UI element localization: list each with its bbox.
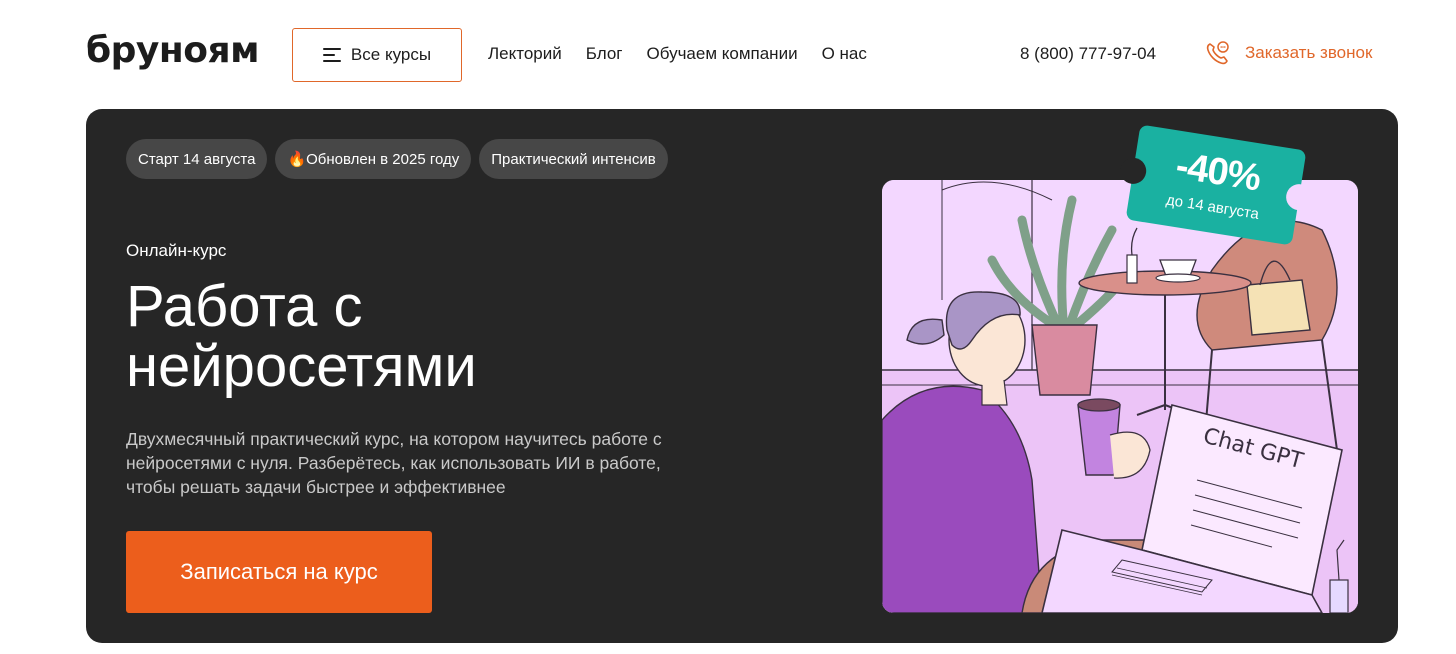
site-logo[interactable]: бруноям — [86, 30, 260, 71]
enroll-button[interactable]: Записаться на курс — [126, 531, 432, 613]
course-description: Двухмесячный практический курс, на котор… — [126, 429, 662, 497]
tag-updated: 🔥Обновлен в 2025 году — [275, 139, 472, 179]
site-header: бруноям Все курсы Лекторий Блог Обучаем … — [0, 0, 1456, 110]
phone-chat-icon — [1205, 40, 1231, 66]
menu-icon — [322, 48, 341, 62]
all-courses-button[interactable]: Все курсы — [292, 28, 462, 82]
page-title: Работа с нейросетями — [126, 277, 686, 397]
all-courses-label: Все курсы — [350, 45, 432, 64]
callback-label: Заказать звонок — [1245, 43, 1373, 62]
course-kind: Онлайн-курс — [126, 241, 227, 260]
callback-button[interactable]: Заказать звонок — [1205, 40, 1372, 66]
title-line-2: нейросетями — [126, 334, 477, 399]
nav-item-blog[interactable]: Блог — [586, 44, 623, 64]
tag-start-date: Старт 14 августа — [126, 139, 268, 179]
title-line-1: Работа с — [126, 274, 363, 339]
nav-item-lectorium[interactable]: Лекторий — [488, 44, 562, 64]
tag-intensive: Практический интенсив — [479, 139, 668, 179]
course-tags: Старт 14 августа 🔥Обновлен в 2025 году П… — [126, 139, 668, 179]
phone-number[interactable]: 8 (800) 777-97-04 — [1020, 44, 1156, 64]
hero-card: Старт 14 августа 🔥Обновлен в 2025 году П… — [86, 109, 1398, 643]
main-nav: Лекторий Блог Обучаем компании О нас — [488, 44, 867, 64]
nav-item-about[interactable]: О нас — [822, 44, 867, 64]
nav-item-corporate[interactable]: Обучаем компании — [646, 44, 797, 64]
